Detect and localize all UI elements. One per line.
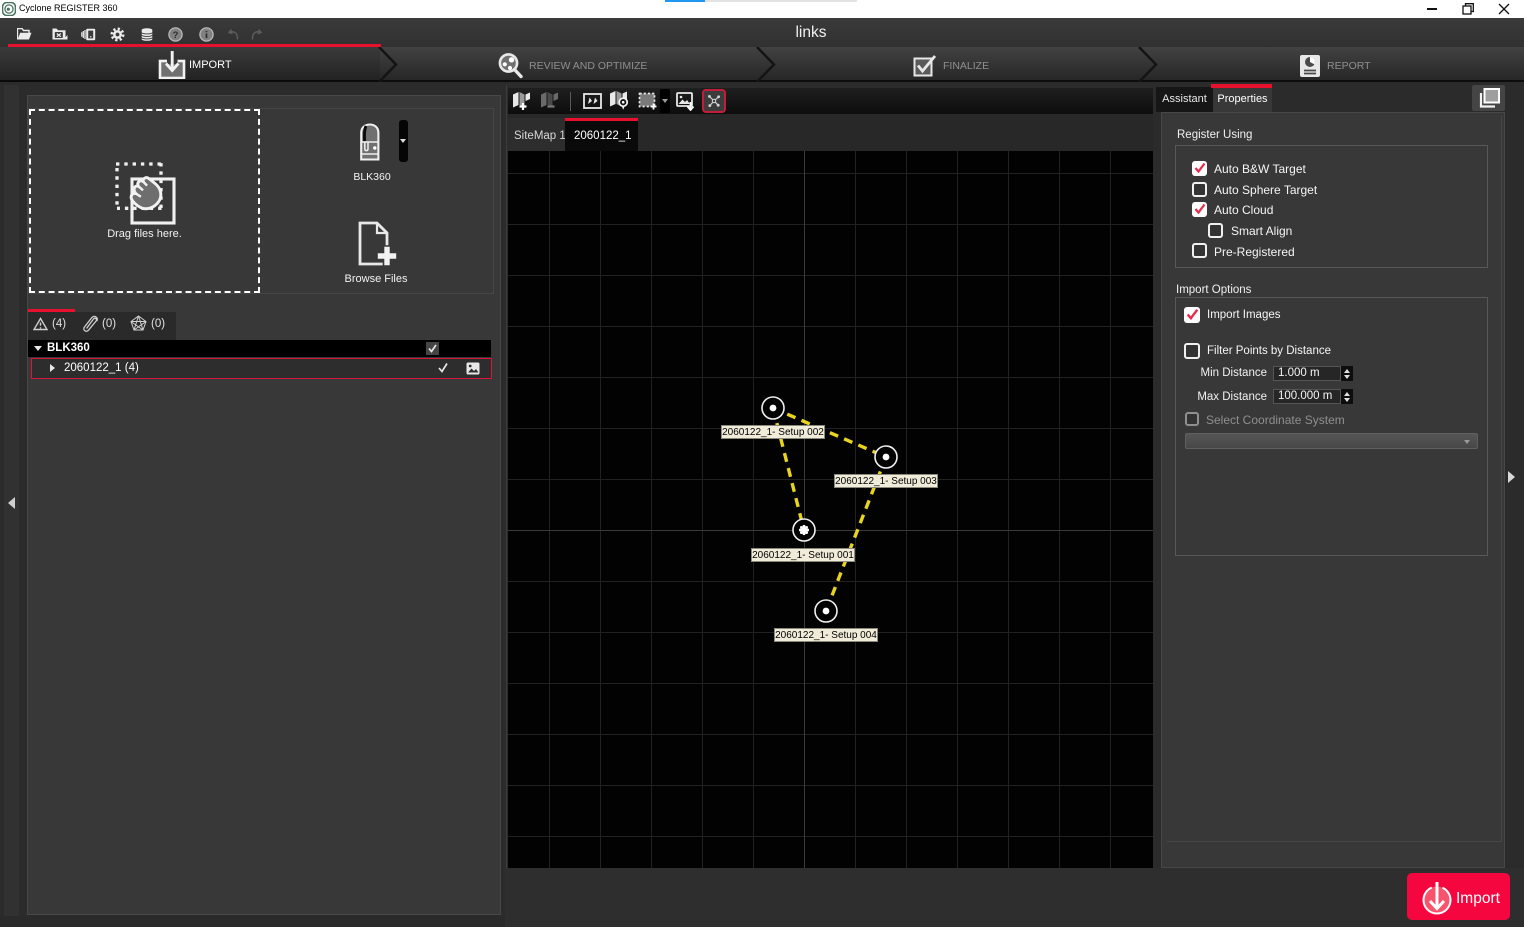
svg-text:?: ? xyxy=(173,30,179,41)
